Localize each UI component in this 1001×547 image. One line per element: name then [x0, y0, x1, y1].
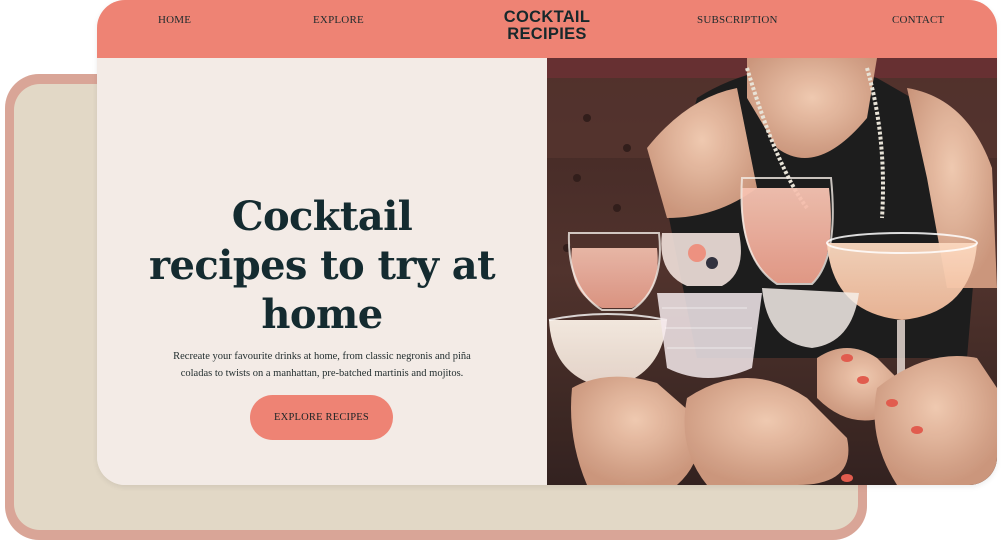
hero-subtitle-line-1: Recreate your favourite drinks at home, …	[173, 351, 471, 362]
nav-link-subscription[interactable]: SUBSCRIPTION	[697, 14, 778, 26]
hero-title-line-1: Cocktail	[231, 193, 413, 240]
hero-subtitle: Recreate your favourite drinks at home, …	[157, 348, 487, 382]
explore-recipes-button[interactable]: EXPLORE RECIPES	[250, 395, 393, 440]
website-window: HOME EXPLORE COCKTAIL RECIPIES SUBSCRIPT…	[97, 0, 997, 485]
hero-text-panel: Cocktail recipes to try at home Recreate…	[97, 58, 547, 485]
nav-link-home[interactable]: HOME	[158, 14, 191, 26]
hero-photo	[547, 58, 997, 485]
hero-title: Cocktail recipes to try at home	[137, 192, 507, 339]
hero-subtitle-line-2: coladas to twists on a manhattan, pre-ba…	[180, 368, 464, 379]
site-logo[interactable]: COCKTAIL RECIPIES	[457, 9, 637, 43]
nav-link-contact[interactable]: CONTACT	[892, 14, 944, 26]
nav-link-explore[interactable]: EXPLORE	[313, 14, 364, 26]
logo-line-2: RECIPIES	[507, 25, 587, 43]
stage: HOME EXPLORE COCKTAIL RECIPIES SUBSCRIPT…	[0, 0, 1001, 547]
cocktail-glasses-toast-photo	[547, 58, 997, 485]
hero-title-line-3: home	[261, 291, 383, 338]
top-navigation-bar: HOME EXPLORE COCKTAIL RECIPIES SUBSCRIPT…	[97, 0, 997, 58]
logo-line-1: COCKTAIL	[503, 8, 591, 26]
hero-title-line-2: recipes to try at	[149, 242, 496, 289]
